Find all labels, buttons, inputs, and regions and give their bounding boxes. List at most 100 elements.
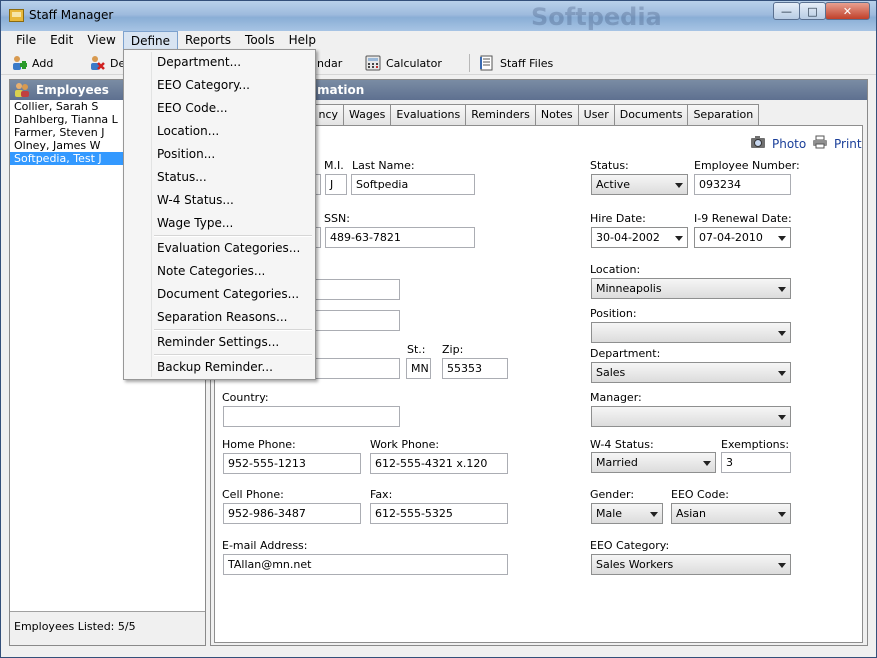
zip-field[interactable]: 55353 [442,358,508,379]
menu-item-department[interactable]: Department... [126,51,313,73]
menu-edit[interactable]: Edit [43,31,80,51]
status-value: Active [596,178,631,191]
menu-item-reminder-settings[interactable]: Reminder Settings... [126,331,313,353]
tab-separation[interactable]: Separation [687,104,760,126]
i9-renewal-picker[interactable]: 07-04-2010 [694,227,791,248]
photo-button[interactable]: Photo [750,135,806,152]
state-label: St.: [407,343,426,356]
eeo-code-select[interactable]: Asian [671,503,791,524]
camera-icon [750,135,766,152]
menu-item-evaluation-categories[interactable]: Evaluation Categories... [126,237,313,259]
staff-files-label: Staff Files [500,56,554,70]
home-phone-field[interactable]: 952-555-1213 [223,453,361,474]
menu-define[interactable]: Define [122,31,178,51]
staff-files-button[interactable]: Staff Files [479,54,553,72]
menu-item-w4-status[interactable]: W-4 Status... [126,189,313,211]
menu-item-status[interactable]: Status... [126,166,313,188]
employees-count: Employees Listed: 5/5 [14,620,136,633]
location-select[interactable]: Minneapolis [591,278,791,299]
employees-footer: Employees Listed: 5/5 [10,611,205,645]
chevron-down-icon [703,461,711,466]
employees-title: Employees [36,83,109,97]
position-select[interactable] [591,322,791,343]
employees-icon [14,82,30,98]
state-field[interactable]: MN [406,358,431,379]
menu-item-note-categories[interactable]: Note Categories... [126,260,313,282]
fax-field[interactable]: 612-555-5325 [370,503,508,524]
chevron-down-icon [778,415,786,420]
address-field-partial[interactable] [303,279,400,300]
gender-label: Gender: [590,488,635,501]
address2-field-partial[interactable] [303,310,400,331]
tab-evaluations[interactable]: Evaluations [390,104,467,126]
cell-phone-field[interactable]: 952-986-3487 [223,503,361,524]
tab-reminders[interactable]: Reminders [465,104,536,126]
watermark: Softpedia [531,3,662,31]
menu-item-position[interactable]: Position... [126,143,313,165]
minimize-button[interactable]: — [773,2,800,20]
tab-documents[interactable]: Documents [613,104,689,126]
department-select[interactable]: Sales [591,362,791,383]
home-phone-label: Home Phone: [222,438,296,451]
last-name-field[interactable]: Softpedia [351,174,475,195]
close-icon: ✕ [842,4,853,18]
last-name-label: Last Name: [352,159,415,172]
hire-date-picker[interactable]: 30-04-2002 [591,227,688,248]
ssn-field[interactable]: 489-63-7821 [325,227,475,248]
menu-item-backup-reminder[interactable]: Backup Reminder... [126,356,313,378]
chevron-down-icon [778,287,786,292]
hire-date-label: Hire Date: [590,212,646,225]
menu-item-eeo-category[interactable]: EEO Category... [126,74,313,96]
i9-renewal-value: 07-04-2010 [699,231,763,244]
city-field-partial[interactable] [303,358,400,379]
employee-number-field[interactable]: 093234 [694,174,791,195]
calendar-button[interactable]: ndar [317,54,342,72]
menu-help[interactable]: Help [282,31,323,51]
folder-icon [9,9,24,22]
chevron-down-icon [778,371,786,376]
menu-item-eeo-code[interactable]: EEO Code... [126,97,313,119]
exemptions-field[interactable]: 3 [721,452,791,473]
print-label: Print [834,136,862,151]
menu-item-wage-type[interactable]: Wage Type... [126,212,313,234]
work-phone-field[interactable]: 612-555-4321 x.120 [370,453,508,474]
toolbar-separator [469,54,470,72]
menu-tools[interactable]: Tools [238,31,282,51]
fax-label: Fax: [370,488,393,501]
status-label: Status: [590,159,629,172]
eeo-code-label: EEO Code: [671,488,729,501]
delete-button[interactable]: De [89,54,125,72]
mi-label: M.I. [324,159,344,172]
calculator-label: Calculator [386,56,442,70]
close-button[interactable]: ✕ [825,2,870,20]
maximize-button[interactable]: □ [799,2,826,20]
chevron-down-icon [778,331,786,336]
chevron-down-icon [778,236,786,241]
menu-file[interactable]: File [9,31,43,51]
status-select[interactable]: Active [591,174,688,195]
tab-wages[interactable]: Wages [343,104,392,126]
calculator-icon [365,55,381,71]
print-button[interactable]: Print [812,135,862,152]
w4-status-select[interactable]: Married [591,452,716,473]
i9-renewal-label: I-9 Renewal Date: [694,212,792,225]
maximize-icon: □ [807,4,818,18]
calculator-button[interactable]: Calculator [365,54,442,72]
manager-select[interactable] [591,406,791,427]
menu-item-location[interactable]: Location... [126,120,313,142]
mi-field[interactable]: J [325,174,347,195]
menu-item-document-categories[interactable]: Document Categories... [126,283,313,305]
menu-reports[interactable]: Reports [178,31,238,51]
menu-view[interactable]: View [80,31,122,51]
eeo-category-select[interactable]: Sales Workers [591,554,791,575]
tab-user[interactable]: User [577,104,615,126]
email-field[interactable]: TAllan@mn.net [223,554,508,575]
tab-notes[interactable]: Notes [534,104,579,126]
gender-select[interactable]: Male [591,503,663,524]
add-user-icon [11,55,28,71]
country-field[interactable] [223,406,400,427]
menu-item-separation-reasons[interactable]: Separation Reasons... [126,306,313,328]
minimize-icon: — [781,4,792,18]
define-menu: Department... EEO Category... EEO Code..… [123,49,316,380]
add-button[interactable]: Add [11,54,53,72]
